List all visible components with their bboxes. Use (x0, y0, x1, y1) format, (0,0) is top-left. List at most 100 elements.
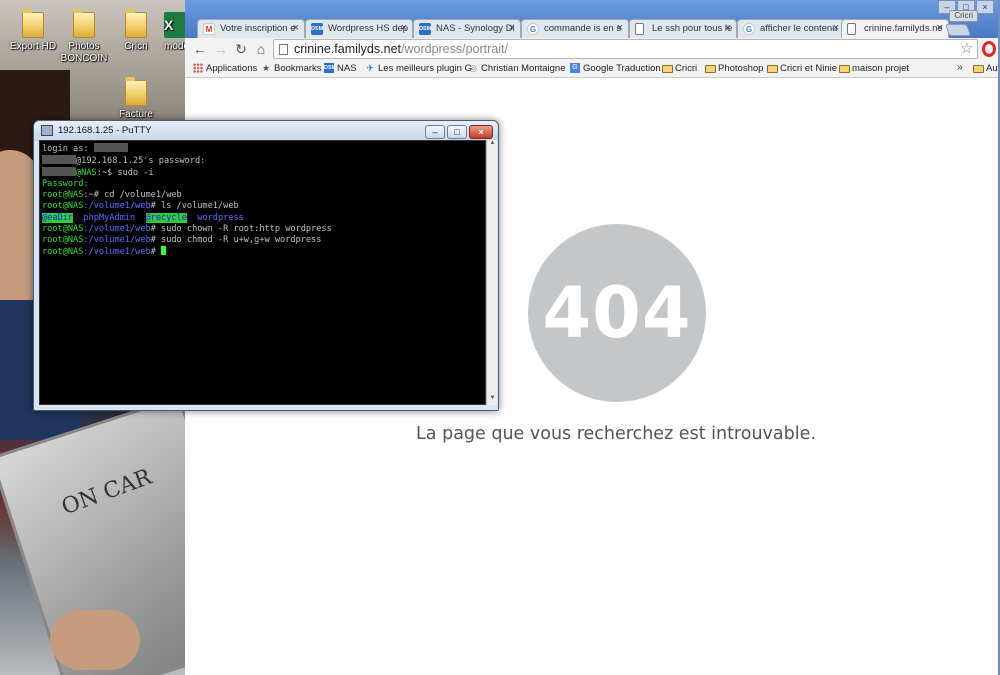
bookmark-folder-cricri[interactable]: Cricri (662, 62, 697, 76)
tab-strip: – □ × Cricri M Votre inscription e × DSM… (185, 0, 1000, 39)
bookmark-star-icon[interactable]: ☆ (960, 39, 973, 57)
dsm-icon: DSM (311, 23, 323, 35)
prompt-user: root@NAS (42, 234, 84, 245)
bookmark-folder-maison-projet[interactable]: maison projet (839, 62, 909, 76)
desktop-icon-mode[interactable]: X mode (150, 12, 190, 53)
desktop-icon-facture[interactable]: Facture (106, 77, 166, 121)
bookmark-bookmarks[interactable]: ★ Bookmarks (261, 62, 322, 76)
tab-gmail[interactable]: M Votre inscription e × (197, 19, 305, 38)
close-tab-icon[interactable]: × (617, 22, 623, 34)
google-icon: G (743, 23, 755, 35)
bookmark-label: Photoshop (718, 63, 764, 74)
tab-google-afficher[interactable]: G afficher le contenu × (737, 19, 845, 38)
scroll-up-icon[interactable]: ▲ (487, 140, 498, 150)
terminal-line-sudo: @NAS:~$ sudo -i (42, 167, 483, 179)
bookmark-label: maison projet (852, 63, 910, 74)
error-code: 404 (542, 272, 692, 354)
bookmark-label: NAS (337, 63, 357, 74)
close-window-button[interactable]: × (976, 0, 994, 14)
bookmark-label: Bookmarks (274, 63, 322, 74)
opera-extension-icon[interactable] (982, 41, 996, 57)
translate-icon: G (570, 63, 580, 73)
tab-nas-synology[interactable]: DSM NAS - Synology Di × (413, 19, 521, 38)
close-tab-icon[interactable]: × (509, 22, 515, 34)
close-button[interactable]: × (469, 125, 493, 139)
command-text: # (150, 246, 162, 257)
close-tab-icon[interactable]: × (293, 22, 299, 34)
tab-label: afficher le contenu (760, 23, 838, 34)
terminal-line-ls: root@NAS:/volume1/web# ls /volume1/web (42, 201, 483, 212)
prompt-dir: :/volume1/web (83, 223, 151, 234)
apps-grid-icon (193, 63, 203, 73)
redacted-username (93, 143, 128, 152)
putty-icon (41, 125, 53, 136)
bookmark-label: Cricri (675, 63, 698, 74)
terminal-line-ls-output: @eaDir phpMyAdmin @recycle wordpress (42, 212, 483, 224)
gmail-icon: M (203, 23, 215, 35)
terminal-line-current: root@NAS:/volume1/web# (42, 245, 483, 258)
close-tab-icon[interactable]: × (401, 22, 407, 34)
dir-entry-eadir: @eaDir (42, 212, 74, 223)
bookmark-nas[interactable]: DSM NAS (324, 62, 357, 76)
url-path: /wordpress/portrait/ (401, 42, 508, 56)
putty-title-bar[interactable]: 192.168.1.25 - PuTTY – □ × (34, 121, 498, 141)
tab-wordpress-hs[interactable]: DSM Wordpress HS dep × (305, 19, 413, 38)
bookmark-plugins[interactable]: ✈ Les meilleurs plugin G (365, 62, 472, 76)
dsm-icon: DSM (419, 23, 431, 35)
new-tab-button[interactable] (944, 24, 972, 36)
tab-crinine-active[interactable]: crinine.familyds.ne × (841, 19, 949, 39)
tab-google-commande[interactable]: G commande is en s × (521, 19, 629, 38)
bookmark-label: Au (986, 63, 998, 74)
tab-ssh[interactable]: Le ssh pour tous le × (629, 19, 737, 38)
forward-arrow-icon[interactable]: → (212, 40, 230, 58)
redacted-username (42, 167, 76, 177)
bookmark-applications[interactable]: Applications (193, 62, 257, 76)
scroll-down-icon[interactable]: ▼ (487, 395, 498, 405)
close-tab-icon[interactable]: × (833, 22, 839, 34)
terminal-line-chmod: root@NAS:/volume1/web# sudo chmod -R u+w… (42, 235, 483, 246)
close-tab-icon[interactable]: × (937, 22, 943, 34)
bookmarks-overflow-button[interactable]: » (957, 62, 963, 73)
browser-toolbar: ← → ↻ ⌂ crinine.familyds.net/wordpress/p… (185, 38, 1000, 60)
command-text: # cd /volume1/web (93, 190, 182, 201)
folder-icon (662, 65, 673, 73)
back-arrow-icon[interactable]: ← (191, 40, 209, 58)
minimize-button[interactable]: – (425, 125, 445, 139)
chevron-right-icon: » (957, 62, 963, 73)
folder-icon (125, 77, 147, 106)
bookmark-christian-montaigne[interactable]: ◎ Christian Montaigne (468, 62, 565, 76)
reload-icon[interactable]: ↻ (232, 40, 250, 58)
bookmark-folder-overflow[interactable]: Au (973, 62, 998, 76)
tab-label: NAS - Synology Di (436, 23, 515, 34)
tab-label: Le ssh pour tous le (652, 23, 733, 34)
terminal-line-password-prompt: @192.168.1.25's password: (42, 155, 483, 167)
address-bar[interactable]: crinine.familyds.net/wordpress/portrait/ (273, 39, 978, 59)
bookmark-folder-photoshop[interactable]: Photoshop (705, 62, 763, 76)
tab-label: crinine.familyds.ne (864, 23, 943, 34)
url-text: crinine.familyds.net/wordpress/portrait/ (294, 42, 508, 56)
putty-window: 192.168.1.25 - PuTTY – □ × login as: @19… (33, 120, 499, 411)
terminal-scrollbar[interactable]: ▲ ▼ (486, 140, 497, 405)
url-host: crinine.familyds.net (294, 42, 401, 56)
globe-icon: ◎ (469, 63, 477, 73)
home-icon[interactable]: ⌂ (252, 40, 270, 58)
folder-icon (973, 65, 984, 73)
bookmark-label: Cricri et Ninie (780, 63, 838, 74)
command-text: # sudo chmod -R u+w,g+w wordpress (150, 234, 322, 245)
page-icon (847, 23, 856, 35)
folder-icon (839, 65, 850, 73)
folder-icon (73, 9, 95, 38)
command-text: # sudo chown -R root:http wordpress (150, 223, 332, 234)
desktop-icon-photos-boncoin[interactable]: Photos BONCOIN (54, 9, 114, 65)
close-tab-icon[interactable]: × (725, 22, 731, 34)
terminal-screen[interactable]: login as: @192.168.1.25's password: @NAS:… (39, 140, 486, 405)
prompt-dir: :~ (83, 190, 94, 201)
bookmark-google-traduction[interactable]: G Google Traduction (570, 62, 661, 76)
folder-icon (705, 65, 716, 73)
google-icon: G (527, 23, 539, 35)
profile-badge[interactable]: Cricri (949, 10, 978, 22)
dir-entry-phpmyadmin: phpMyAdmin (83, 212, 136, 223)
terminal-cursor (161, 245, 167, 255)
maximize-button[interactable]: □ (447, 125, 467, 139)
bookmark-folder-cricri-et-ninie[interactable]: Cricri et Ninie (767, 62, 837, 76)
